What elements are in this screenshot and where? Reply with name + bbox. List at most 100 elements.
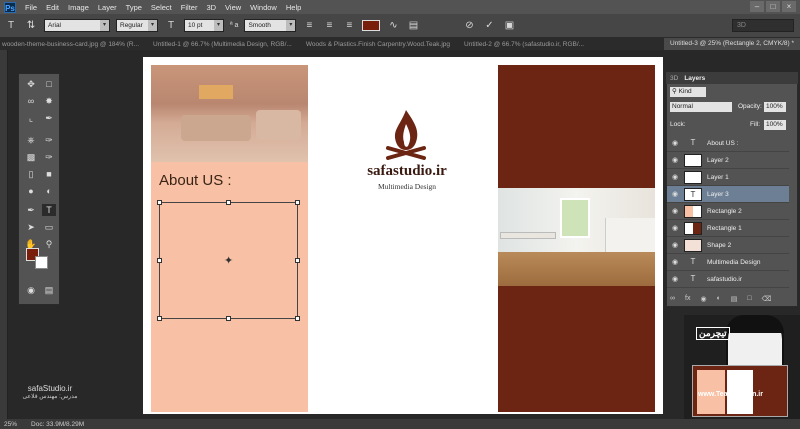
layer-row[interactable]: ◉ Tsafastudio.ir [667,271,789,288]
menu-3d[interactable]: 3D [206,3,216,12]
opacity-input[interactable]: 100% [764,102,786,112]
fill-input[interactable]: 100% [764,120,786,130]
dining-room-photo[interactable] [498,188,655,286]
menu-image[interactable]: Image [68,3,89,12]
align-right-icon[interactable]: ≡ [342,19,356,33]
eye-icon[interactable]: ◉ [671,207,679,215]
blend-mode-select[interactable]: Normal [670,102,732,112]
layer-row[interactable]: ◉ Shape 2 [667,237,789,254]
dodge-tool-icon[interactable]: ◐ [42,185,56,197]
font-family-select[interactable]: Arial ▾ [44,19,110,32]
menu-filter[interactable]: Filter [181,3,198,12]
eye-icon[interactable]: ◉ [671,173,679,181]
character-panel-icon[interactable]: ▤ [406,19,420,33]
living-room-photo[interactable] [151,65,308,162]
transform-handle[interactable] [157,200,162,205]
minimize-button[interactable]: – [750,1,764,12]
eye-icon[interactable]: ◉ [671,275,679,283]
layer-filter-select[interactable]: ⚲ Kind [670,87,706,97]
transform-handle[interactable] [157,316,162,321]
transform-handle[interactable] [157,258,162,263]
eye-icon[interactable]: ◉ [671,241,679,249]
tab-layers[interactable]: Layers [684,75,705,82]
screen-mode-icon[interactable]: ▤ [42,284,56,296]
brand-name[interactable]: safastudio.ir [355,163,459,180]
new-layer-icon[interactable]: □ [747,295,751,303]
menu-select[interactable]: Select [151,3,172,12]
about-heading[interactable]: About US : [159,172,232,189]
warp-text-icon[interactable]: ∿ [386,19,400,33]
menu-type[interactable]: Type [126,3,142,12]
layer-row[interactable]: ◉ T Layer 3 [667,186,789,203]
background-color-swatch[interactable] [35,256,48,269]
orientation-toggle-icon[interactable]: ⇅ [24,19,38,33]
workspace-select[interactable]: 3D [732,19,794,32]
3d-text-icon[interactable]: ▣ [502,19,516,33]
type-tool-icon[interactable]: T [42,204,56,216]
font-size-select[interactable]: 10 pt ▾ [184,19,224,32]
blur-tool-icon[interactable]: ● [24,185,38,197]
commit-check-icon[interactable]: ✓ [482,19,496,33]
eraser-icon[interactable]: ▯ [24,168,38,180]
menu-layer[interactable]: Layer [98,3,117,12]
eye-icon[interactable]: ◉ [671,224,679,232]
folder-icon[interactable]: ▤ [731,295,738,303]
zoom-tool-icon[interactable]: ⚲ [42,238,56,250]
history-brush-icon[interactable]: ✑ [42,151,56,163]
pen-tool-icon[interactable]: ✒ [24,204,38,216]
eye-icon[interactable]: ◉ [671,258,679,266]
anti-alias-select[interactable]: Smooth ▾ [244,19,297,32]
font-style-select[interactable]: Regular ▾ [116,19,158,32]
transform-handle[interactable] [226,316,231,321]
align-center-icon[interactable]: ≡ [322,19,336,33]
transform-handle[interactable] [295,316,300,321]
menu-window[interactable]: Window [250,3,277,12]
transform-handle[interactable] [295,200,300,205]
menu-help[interactable]: Help [286,3,301,12]
fx-icon[interactable]: fx [685,295,690,303]
layer-row[interactable]: ◉ T About US : [667,135,789,152]
brush-tool-icon[interactable]: ✑ [42,134,56,146]
healing-brush-icon[interactable]: ⎈ [24,134,38,146]
eyedropper-icon[interactable]: ✒ [42,112,56,124]
eye-icon[interactable]: ◉ [671,156,679,164]
menu-edit[interactable]: Edit [46,3,59,12]
path-select-icon[interactable]: ➤ [24,221,38,233]
align-left-icon[interactable]: ≡ [302,19,316,33]
gradient-tool-icon[interactable]: ■ [42,168,56,180]
brand-tagline[interactable]: Multimedia Design [355,182,459,191]
transform-handle[interactable] [226,200,231,205]
layer-row[interactable]: ◉ Layer 2 [667,152,789,169]
move-tool-icon[interactable]: ✥ [24,78,38,90]
layer-row[interactable]: ◉ Rectangle 2 [667,203,789,220]
adjustment-icon[interactable]: ◐ [717,295,721,303]
layer-row[interactable]: ◉ Layer 1 [667,169,789,186]
rectangle-tool-icon[interactable]: ▭ [42,221,56,233]
link-icon[interactable]: ∞ [670,295,675,303]
type-tool-icon[interactable]: T [4,19,18,33]
close-button[interactable]: × [782,1,796,12]
layer-row[interactable]: ◉ T Multimedia Design [667,254,789,271]
tab-doc-1[interactable]: wooden-theme-business-card.jpg @ 184% (R… [2,41,139,48]
lasso-tool-icon[interactable]: ∞ [24,95,38,107]
tab-doc-3[interactable]: Woods & Plastics.Finish Carpentry.Wood.T… [306,41,450,48]
text-color-swatch[interactable] [362,20,381,31]
eye-icon[interactable]: ◉ [671,139,679,147]
quick-select-icon[interactable]: ✸ [42,95,56,107]
tab-doc-4[interactable]: Untitled-2 @ 66.7% (safastudio.ir, RGB/.… [464,41,584,48]
eye-icon[interactable]: ◉ [671,190,679,198]
tab-doc-active[interactable]: Untitled-3 @ 25% (Rectangle 2, CMYK/8) * [664,38,800,50]
tab-doc-2[interactable]: Untitled-1 @ 66.7% (Multimedia Design, R… [153,41,292,48]
transform-handle[interactable] [295,258,300,263]
quick-mask-icon[interactable]: ◉ [24,284,38,296]
cancel-icon[interactable]: ⊘ [462,19,476,33]
clone-stamp-icon[interactable]: ▩ [24,151,38,163]
trash-icon[interactable]: ⌫ [762,295,772,303]
zoom-level[interactable]: 25% [4,421,17,428]
layer-row[interactable]: ◉ Rectangle 1 [667,220,789,237]
maximize-button[interactable]: □ [766,1,780,12]
marquee-tool-icon[interactable]: □ [42,78,56,90]
menu-file[interactable]: File [25,3,37,12]
tab-3d[interactable]: 3D [670,75,678,82]
mask-icon[interactable]: ◉ [700,295,706,303]
